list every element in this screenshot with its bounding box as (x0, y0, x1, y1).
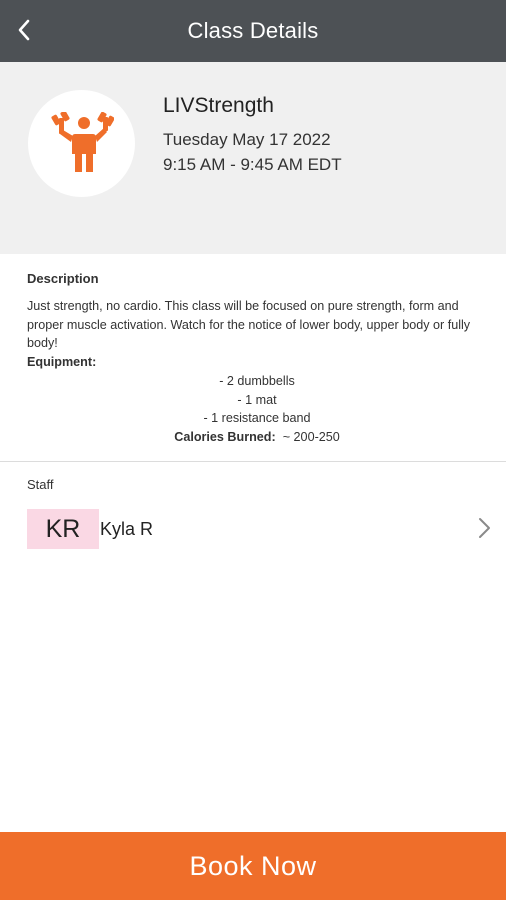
class-date: Tuesday May 17 2022 (163, 130, 331, 149)
class-time: 9:15 AM - 9:45 AM EDT (163, 155, 342, 174)
calories-value: ~ 200-250 (282, 429, 340, 444)
chevron-right-icon (479, 518, 490, 538)
equipment-item: - 1 mat (237, 392, 277, 407)
class-details-screen: Class Details LIVStrength Tuesday May 17… (0, 0, 506, 900)
description-text: Just strength, no cardio. This class wil… (27, 299, 471, 351)
equipment-label: Equipment: (27, 355, 97, 370)
class-icon-badge (28, 90, 135, 197)
calories-label: Calories Burned: (174, 429, 276, 444)
page-title: Class Details (187, 18, 319, 43)
book-now-button[interactable]: Book Now (0, 832, 506, 900)
app-bar: Class Details (0, 0, 506, 62)
description-body: Just strength, no cardio. This class wil… (27, 297, 487, 447)
equipment-item: - 1 resistance band (203, 411, 311, 426)
description-label: Description (27, 271, 99, 286)
calories-line: Calories Burned: ~ 200-250 (27, 428, 487, 447)
weightlifter-icon (50, 111, 114, 172)
class-name: LIVStrength (163, 94, 274, 117)
staff-row[interactable]: KR Kyla R (0, 505, 506, 551)
staff-label: Staff (27, 477, 54, 492)
avatar: KR (27, 509, 99, 549)
description-section: Description Just strength, no cardio. Th… (0, 254, 506, 462)
staff-name: Kyla R (100, 519, 154, 539)
class-summary: LIVStrength Tuesday May 17 2022 9:15 AM … (0, 62, 506, 254)
equipment-item: - 2 dumbbells (219, 373, 295, 388)
